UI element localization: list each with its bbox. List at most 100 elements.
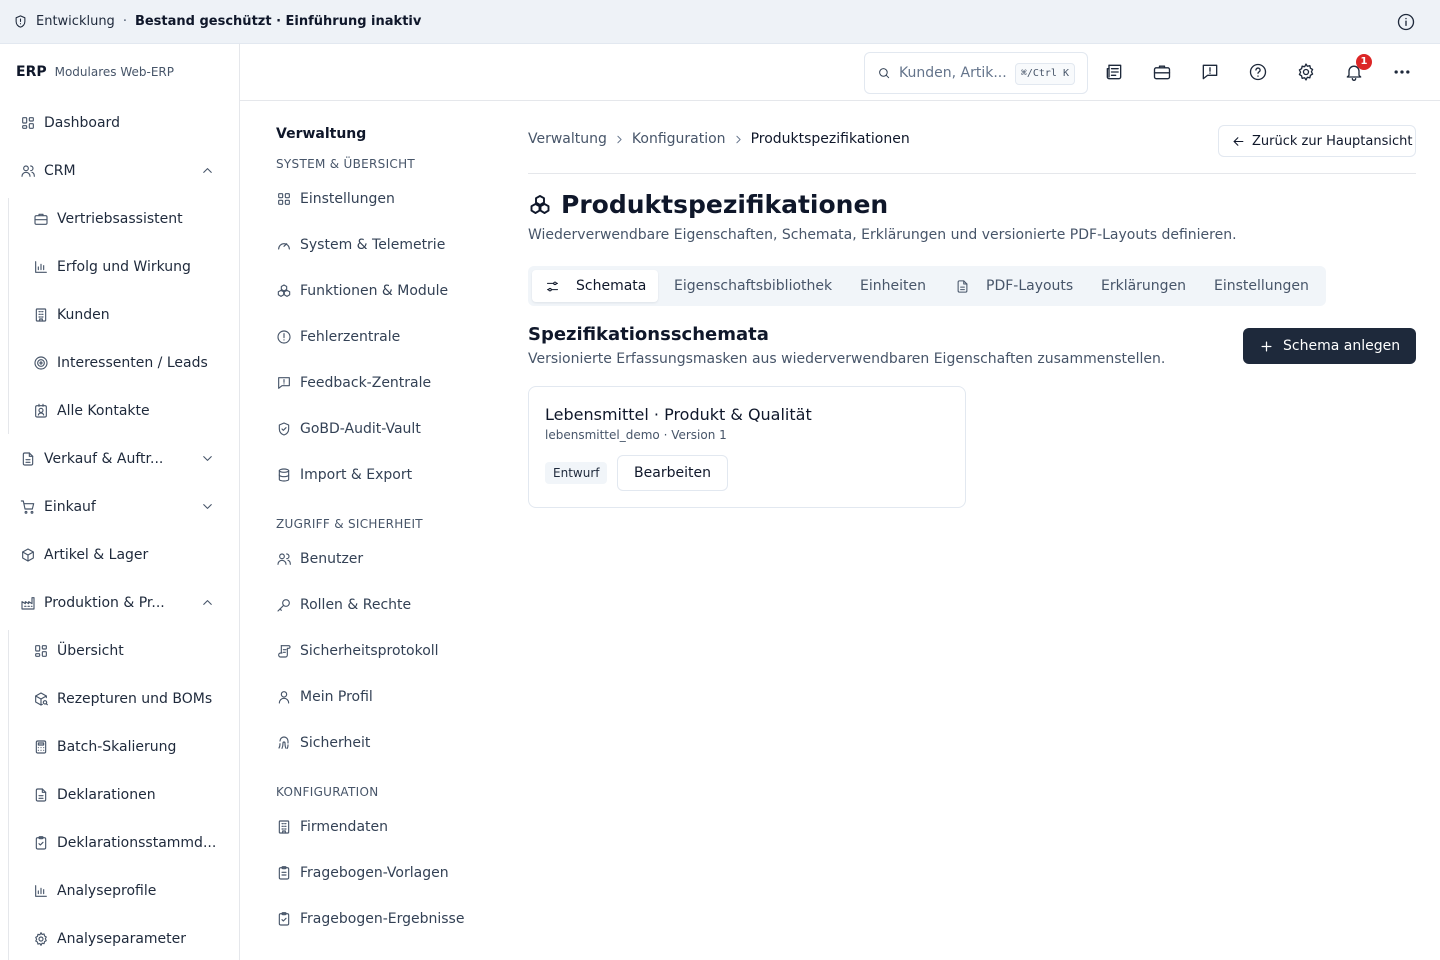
tab-einstellungen[interactable]: Einstellungen: [1214, 270, 1309, 302]
settings-item-telemetrie[interactable]: System & Telemetrie: [276, 227, 476, 263]
chevron-up-icon[interactable]: [200, 595, 215, 610]
sidebar-item-label: Dashboard: [44, 115, 120, 131]
sidebar-item-analyseprofile[interactable]: Analyseprofile: [0, 871, 239, 911]
sidebar-item-verkauf[interactable]: Verkauf & Auftr...: [0, 439, 239, 479]
database-icon: [276, 467, 292, 483]
breadcrumb-link-verwaltung[interactable]: Verwaltung: [528, 131, 607, 147]
settings-item-firmendaten[interactable]: Firmendaten: [276, 809, 476, 845]
settings-item-label: Benutzer: [300, 551, 364, 567]
settings-item-sicherheitsprotokoll[interactable]: Sicherheitsprotokoll: [276, 633, 476, 669]
global-search[interactable]: Kunden, Artik... ⌘/Ctrl K: [864, 52, 1088, 94]
sidebar-item-label: Alle Kontakte: [57, 403, 150, 419]
settings-item-benutzer[interactable]: Benutzer: [276, 541, 476, 577]
briefcase-icon: [33, 211, 49, 227]
sidebar-item-rezepturen[interactable]: Rezepturen und BOMs: [0, 679, 239, 719]
chevron-up-icon[interactable]: [200, 163, 215, 178]
sidebar-item-vertriebsassistent[interactable]: Vertriebsassistent: [0, 199, 239, 239]
shield-check-icon: [276, 421, 292, 437]
file-icon: [955, 279, 986, 294]
settings-item-fehlerzentrale[interactable]: Fehlerzentrale: [276, 319, 476, 355]
settings-item-gobd[interactable]: GoBD-Audit-Vault: [276, 411, 476, 447]
building-icon: [33, 307, 49, 323]
settings-item-label: Feedback-Zentrale: [300, 375, 432, 391]
settings-item-fragebogen-vorlagen[interactable]: Fragebogen-Vorlagen: [276, 855, 476, 891]
sidebar-item-dashboard[interactable]: Dashboard: [0, 103, 239, 143]
section-subtitle: Versionierte Erfassungsmasken aus wieder…: [528, 351, 1166, 367]
edit-schema-button[interactable]: Bearbeiten: [617, 455, 728, 491]
sidebar-item-einkauf[interactable]: Einkauf: [0, 487, 239, 527]
feedback-button[interactable]: [1198, 60, 1222, 84]
section-title: Spezifikationsschemata: [528, 324, 769, 345]
sidebar-item-deklarationsstammdaten[interactable]: Deklarationsstammd...: [0, 823, 239, 863]
fingerprint-icon: [276, 735, 292, 751]
tab-schemata[interactable]: Schemata: [532, 270, 658, 302]
sidebar-item-uebersicht[interactable]: Übersicht: [0, 631, 239, 671]
package-icon: [20, 547, 36, 563]
sidebar-item-kunden[interactable]: Kunden: [0, 295, 239, 335]
clipboard-list-icon: [276, 865, 292, 881]
settings-item-label: Import & Export: [300, 467, 413, 483]
tab-einheiten[interactable]: Einheiten: [860, 270, 926, 302]
settings-group-label: KONFIGURATION: [276, 785, 379, 799]
scroll-icon: [276, 643, 292, 659]
bar-chart-icon: [33, 259, 49, 275]
gear-icon: [33, 931, 49, 947]
tab-label: Schemata: [576, 278, 647, 294]
sidebar-item-label: Rezepturen und BOMs: [57, 691, 213, 707]
settings-nav-title: Verwaltung: [276, 126, 367, 142]
search-input[interactable]: Kunden, Artik...: [899, 65, 1009, 81]
sidebar-item-label: Einkauf: [44, 499, 96, 515]
settings-button[interactable]: [1294, 60, 1318, 84]
briefcase-button[interactable]: [1150, 60, 1174, 84]
file-icon: [20, 451, 36, 467]
sidebar-item-label: Erfolg und Wirkung: [57, 259, 191, 275]
settings-item-feedback[interactable]: Feedback-Zentrale: [276, 365, 476, 401]
info-icon[interactable]: [1396, 12, 1416, 32]
settings-item-rollen[interactable]: Rollen & Rechte: [276, 587, 476, 623]
schema-card-meta: lebensmittel_demo · Version 1: [545, 428, 727, 442]
settings-item-einstellungen[interactable]: Einstellungen: [276, 181, 476, 217]
main-sidebar: ERP Modulares Web-ERP Dashboard CRM Vert…: [0, 44, 240, 960]
brand[interactable]: ERP Modulares Web-ERP: [0, 44, 239, 100]
contact-icon: [33, 403, 49, 419]
settings-item-funktionen[interactable]: Funktionen & Module: [276, 273, 476, 309]
chevron-down-icon[interactable]: [200, 451, 215, 466]
help-button[interactable]: [1246, 60, 1270, 84]
grid-icon: [276, 191, 292, 207]
settings-item-label: Einstellungen: [300, 191, 395, 207]
settings-group-label: SYSTEM & ÜBERSICHT: [276, 157, 416, 171]
more-button[interactable]: [1390, 60, 1414, 84]
sidebar-item-analyseparameter[interactable]: Analyseparameter: [0, 919, 239, 959]
sidebar-item-erfolg[interactable]: Erfolg und Wirkung: [0, 247, 239, 287]
breadcrumb-link-konfiguration[interactable]: Konfiguration: [632, 131, 726, 147]
settings-item-label: Fehlerzentrale: [300, 329, 401, 345]
sidebar-item-batch[interactable]: Batch-Skalierung: [0, 727, 239, 767]
create-schema-button[interactable]: Schema anlegen: [1243, 328, 1416, 364]
status-badge: Entwurf: [545, 462, 608, 484]
sidebar-item-produktion[interactable]: Produktion & Pr...: [0, 583, 239, 623]
factory-icon: [20, 595, 36, 611]
back-to-main-button[interactable]: Zurück zur Hauptansicht: [1218, 125, 1416, 157]
chevron-down-icon[interactable]: [200, 499, 215, 514]
settings-item-fragebogen-ergebnisse[interactable]: Fragebogen-Ergebnisse: [276, 901, 476, 937]
more-horizontal-icon: [1392, 62, 1412, 82]
settings-item-label: GoBD-Audit-Vault: [300, 421, 421, 437]
chevron-right-icon: [732, 133, 745, 146]
sidebar-item-crm[interactable]: CRM: [0, 151, 239, 191]
tab-eigenschaftsbibliothek[interactable]: Eigenschaftsbibliothek: [674, 270, 832, 302]
tab-erklaerungen[interactable]: Erklärungen: [1101, 270, 1186, 302]
sidebar-item-artikel[interactable]: Artikel & Lager: [0, 535, 239, 575]
gauge-icon: [276, 237, 292, 253]
notifications-button[interactable]: 1: [1342, 54, 1372, 84]
sidebar-item-label: Verkauf & Auftr...: [44, 451, 164, 467]
settings-item-sicherheit[interactable]: Sicherheit: [276, 725, 476, 761]
sidebar-item-leads[interactable]: Interessenten / Leads: [0, 343, 239, 383]
tab-pdf-layouts[interactable]: PDF-Layouts: [955, 270, 1073, 302]
sidebar-item-kontakte[interactable]: Alle Kontakte: [0, 391, 239, 431]
environment-banner: Entwicklung · Bestand geschützt · Einfüh…: [0, 0, 1440, 44]
settings-item-import-export[interactable]: Import & Export: [276, 457, 476, 493]
newspaper-button[interactable]: [1102, 60, 1126, 84]
breadcrumb: Verwaltung Konfiguration Produktspezifik…: [528, 131, 910, 147]
settings-item-profil[interactable]: Mein Profil: [276, 679, 476, 715]
sidebar-item-deklarationen[interactable]: Deklarationen: [0, 775, 239, 815]
